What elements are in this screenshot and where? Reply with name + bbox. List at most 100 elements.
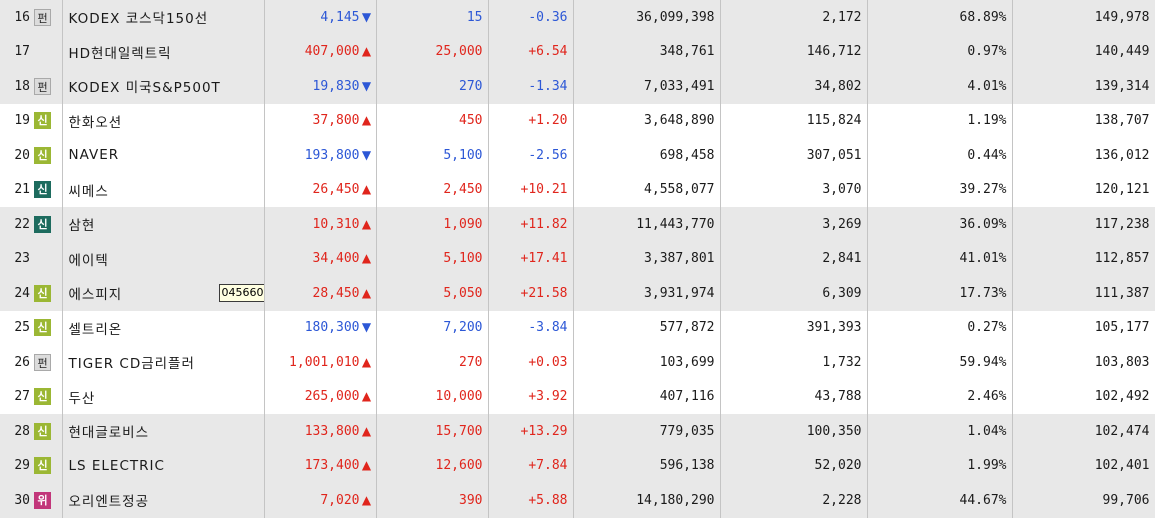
change-rate: +0.03 [488,345,574,380]
price-value: 193,800 [304,147,360,163]
change-rate: -1.34 [488,69,574,104]
stock-name-label: KODEX 미국S&P500T [68,80,221,97]
price-value: 4,145 [320,9,360,25]
volume-secondary: 307,051 [720,138,868,173]
ratio-percent: 1.99% [867,448,1013,483]
current-price: 7,020 ▲ [264,483,377,518]
stock-name-label: 한화오션 [68,114,123,131]
trade-volume: 4,558,077 [573,172,721,207]
stock-name[interactable]: KODEX 미국S&P500T [62,69,265,104]
price-value: 28,450 [312,285,360,301]
current-price: 28,450 ▲ [264,276,377,311]
market-badge: 위 [34,491,51,509]
ratio-percent: 0.27% [867,310,1013,345]
stock-name[interactable]: 에이텍 [62,241,265,276]
ratio-percent: 0.44% [867,138,1013,173]
stock-name[interactable]: 삼현 [62,207,265,242]
volume-secondary: 43,788 [720,379,868,414]
stock-name[interactable]: HD현대일렉트릭 [62,34,265,69]
ratio-percent: 1.19% [867,103,1013,138]
ratio-percent: 0.97% [867,34,1013,69]
up-triangle-icon: ▲ [361,458,372,473]
market-badge: 신 [34,457,51,475]
change-rate: +3.92 [488,379,574,414]
up-triangle-icon: ▲ [361,251,372,266]
rank-cell: 30 위 [0,483,63,518]
rank-cell: 28 신 [0,414,63,449]
table-row[interactable]: 29 신 LS ELECTRIC 173,400 ▲ 12,600 +7.84 59… [0,448,1155,483]
rank-cell: 29 신 [0,448,63,483]
table-row[interactable]: 26 펀 TIGER CD금리플러 1,001,010 ▲ 270 +0.03 10… [0,345,1155,380]
market-badge: 신 [34,422,51,440]
stock-name[interactable]: 셀트리온 [62,310,265,345]
price-change: 2,450 [376,172,489,207]
table-row[interactable]: 25 신 셀트리온 180,300 ▼ 7,200 -3.84 577,872 39… [0,310,1155,345]
ratio-percent: 59.94% [867,345,1013,380]
price-change: 1,090 [376,207,489,242]
rank-cell: 18 펀 [0,69,63,104]
volume-secondary: 146,712 [720,34,868,69]
stock-name[interactable]: 오리엔트정공 [62,483,265,518]
market-badge: 펀 [34,8,51,26]
down-triangle-icon: ▼ [361,78,372,93]
change-rate: +5.88 [488,483,574,518]
trade-volume: 3,648,890 [573,103,721,138]
price-value: 37,800 [312,113,360,129]
trade-volume: 7,033,491 [573,69,721,104]
price-value: 173,400 [304,458,360,474]
volume-secondary: 391,393 [720,310,868,345]
rank-cell: 16 펀 [0,0,63,35]
table-row[interactable]: 20 신 NAVER 193,800 ▼ 5,100 -2.56 698,458 3… [0,138,1155,173]
stock-code-tooltip: 045660 [218,284,263,302]
table-row[interactable]: 21 신 씨메스 26,450 ▲ 2,450 +10.21 4,558,077 3… [0,172,1155,207]
table-row[interactable]: 18 펀 KODEX 미국S&P500T 19,830 ▼ 270 -1.34 7,… [0,69,1155,104]
current-price: 34,400 ▲ [264,241,377,276]
rank-cell: 20 신 [0,138,63,173]
price-change: 5,100 [376,138,489,173]
stock-name[interactable]: KODEX 코스닥150선 [62,0,265,35]
rank-number: 26 [14,354,30,370]
table-row[interactable]: 28 신 현대글로비스 133,800 ▲ 15,700 +13.29 779,03… [0,414,1155,449]
ratio-percent: 36.09% [867,207,1013,242]
price-change: 270 [376,345,489,380]
table-row[interactable]: 17 HD현대일렉트릭 407,000 ▲ 25,000 +6.54 348,76… [0,34,1155,69]
rank-cell: 24 신 [0,276,63,311]
stock-name[interactable]: NAVER [62,138,265,173]
current-price: 265,000 ▲ [264,379,377,414]
up-triangle-icon: ▲ [361,44,372,59]
stock-name-label: 두산 [68,390,96,407]
trade-amount: 117,238 [1012,207,1155,242]
trade-volume: 348,761 [573,34,721,69]
change-rate: +11.82 [488,207,574,242]
table-row[interactable]: 19 신 한화오션 37,800 ▲ 450 +1.20 3,648,890 115… [0,103,1155,138]
rank-number: 21 [14,182,30,198]
stock-name[interactable]: LS ELECTRIC [62,448,265,483]
stock-name[interactable]: 한화오션 [62,103,265,138]
stock-name[interactable]: 두산 [62,379,265,414]
stock-name[interactable]: TIGER CD금리플러 [62,345,265,380]
table-row[interactable]: 30 위 오리엔트정공 7,020 ▲ 390 +5.88 14,180,290 2… [0,483,1155,518]
trade-amount: 120,121 [1012,172,1155,207]
trade-amount: 111,387 [1012,276,1155,311]
table-row[interactable]: 27 신 두산 265,000 ▲ 10,000 +3.92 407,116 43,… [0,379,1155,414]
stock-name[interactable]: 현대글로비스 [62,414,265,449]
table-row[interactable]: 16 펀 KODEX 코스닥150선 4,145 ▼ 15 -0.36 36,099… [0,0,1155,35]
table-row[interactable]: 22 신 삼현 10,310 ▲ 1,090 +11.82 11,443,770 3… [0,207,1155,242]
current-price: 26,450 ▲ [264,172,377,207]
trade-volume: 698,458 [573,138,721,173]
table-row[interactable]: 24 신 에스피지 045660 28,450 ▲ 5,050 +21.58 3,93… [0,276,1155,311]
stock-name[interactable]: 에스피지 045660 [62,276,265,311]
stock-name-label: KODEX 코스닥150선 [68,11,209,28]
stock-ranking-table: 16 펀 KODEX 코스닥150선 4,145 ▼ 15 -0.36 36,099… [0,0,1155,518]
table-row[interactable]: 23 에이텍 34,400 ▲ 5,100 +17.41 3,387,801 2,… [0,241,1155,276]
stock-name[interactable]: 씨메스 [62,172,265,207]
market-badge: 펀 [34,77,51,95]
trade-amount: 139,314 [1012,69,1155,104]
price-change: 12,600 [376,448,489,483]
price-change: 10,000 [376,379,489,414]
current-price: 1,001,010 ▲ [264,345,377,380]
current-price: 4,145 ▼ [264,0,377,35]
stock-name-label: 에스피지 [68,287,123,304]
volume-secondary: 6,309 [720,276,868,311]
up-triangle-icon: ▲ [361,492,372,507]
